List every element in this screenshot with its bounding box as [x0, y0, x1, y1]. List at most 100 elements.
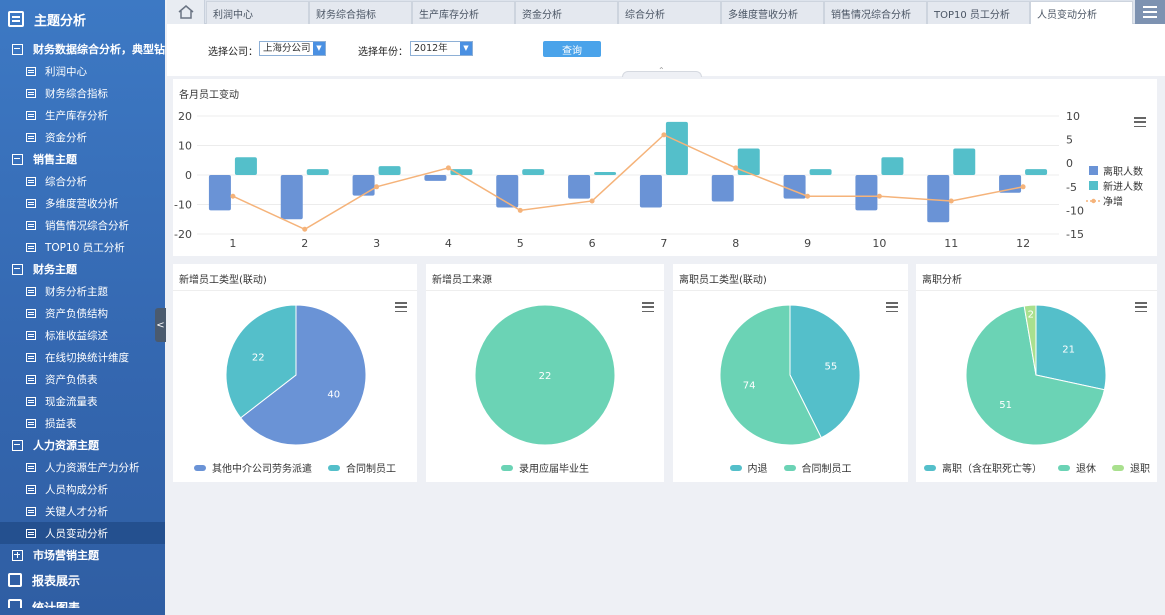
sidebar-item[interactable]: 资产负债表	[0, 368, 165, 390]
legend-swatch	[194, 464, 206, 471]
legend-swatch	[729, 464, 742, 471]
sidebar-item[interactable]: 人员构成分析	[0, 478, 165, 500]
sidebar-item[interactable]: 现金流量表	[0, 390, 165, 412]
legend-item[interactable]: 合同制员工	[328, 460, 396, 475]
legend-label: 净增	[1103, 195, 1123, 208]
sidebar-group[interactable]: 销售主题	[0, 148, 165, 170]
y-tick-label: -20	[174, 228, 192, 241]
sidebar-group[interactable]: 人力资源主题	[0, 434, 165, 456]
y-tick-label: 20	[178, 110, 192, 123]
y2-tick-label: 5	[1066, 134, 1073, 147]
x-tick-label: 10	[872, 237, 886, 250]
sidebar-item[interactable]: 资产负债结构	[0, 302, 165, 324]
sidebar-header-label: 报表展示	[32, 573, 81, 588]
sidebar-group[interactable]: 市场营销主题	[0, 544, 165, 566]
year-select[interactable]: 2012年 ▼	[410, 41, 473, 56]
legend-label: 离职人数	[1103, 165, 1143, 178]
report-icon	[26, 220, 36, 230]
tab[interactable]: 综合分析	[618, 1, 721, 24]
sidebar-item-label: 人员构成分析	[45, 483, 108, 496]
filter-collapse-handle[interactable]	[622, 66, 702, 77]
sidebar-item[interactable]: 标准收益综述	[0, 324, 165, 346]
legend-item[interactable]: 离职（含在职死亡等）	[924, 460, 1042, 475]
sidebar-header-reports[interactable]: 报表展示	[0, 566, 165, 594]
pie-value-label: 2	[1028, 310, 1034, 321]
sidebar-group[interactable]: 财务数据综合分析，典型钻...	[0, 38, 165, 60]
x-tick-label: 7	[660, 237, 667, 250]
query-button[interactable]: 查询	[543, 41, 601, 57]
report-icon	[26, 352, 36, 362]
tab[interactable]: 销售情况综合分析	[824, 1, 927, 24]
bar-departures	[208, 175, 231, 211]
legend-item[interactable]: 内退	[729, 460, 768, 475]
legend-swatch	[1089, 166, 1098, 175]
bar-hires	[594, 172, 617, 175]
sidebar-item[interactable]: 财务分析主题	[0, 280, 165, 302]
bar-hires	[665, 121, 688, 175]
x-tick-label: 6	[589, 237, 596, 250]
sidebar-group-label: 销售主题	[33, 153, 77, 166]
report-icon	[26, 506, 36, 516]
bar-hires	[881, 157, 904, 175]
y-tick-label: 0	[185, 169, 192, 182]
sidebar-collapse-button[interactable]: <	[155, 308, 166, 342]
sidebar-item[interactable]: 多维度营收分析	[0, 192, 165, 214]
bar-departures	[711, 175, 734, 202]
collapse-icon	[12, 263, 23, 275]
bar-departures	[352, 175, 375, 196]
bar-departures	[783, 175, 806, 199]
home-tab[interactable]	[167, 0, 205, 24]
legend-item[interactable]: 合同制员工	[783, 460, 852, 475]
legend-swatch	[1112, 464, 1124, 471]
y2-tick-label: 0	[1066, 157, 1073, 170]
sidebar-item[interactable]: 损益表	[0, 412, 165, 434]
legend-swatch	[1091, 198, 1096, 204]
net-change-point	[445, 165, 451, 171]
report-icon	[26, 110, 36, 120]
legend-swatch	[328, 464, 340, 471]
bar-hires	[1025, 169, 1048, 175]
sidebar-item[interactable]: 财务综合指标	[0, 82, 165, 104]
x-tick-label: 11	[944, 237, 958, 250]
report-icon	[26, 88, 36, 98]
report-icon	[26, 66, 36, 76]
sidebar-item-label: 人员变动分析	[45, 527, 108, 540]
sidebar-header-stats[interactable]: 统计图表	[0, 594, 165, 608]
legend-label: 退职	[1130, 464, 1150, 475]
sidebar-item[interactable]: TOP10 员工分析	[0, 236, 165, 258]
company-select[interactable]: 上海分公司 ▼	[259, 41, 326, 56]
tab[interactable]: 财务综合指标	[309, 1, 412, 24]
sidebar-item[interactable]: 关键人才分析	[0, 500, 165, 522]
tab[interactable]: 人员变动分析	[1030, 1, 1133, 24]
sidebar-item[interactable]: 销售情况综合分析	[0, 214, 165, 236]
sidebar-item[interactable]: 利润中心	[0, 60, 165, 82]
sidebar-item-label: 现金流量表	[45, 395, 98, 408]
tab[interactable]: TOP10 员工分析	[927, 1, 1030, 24]
net-change-point	[517, 207, 523, 213]
legend-item[interactable]: 其他中介公司劳务派遣	[194, 460, 312, 475]
bar-hires	[450, 169, 473, 175]
tab[interactable]: 资金分析	[515, 1, 618, 24]
tab-menu-button[interactable]	[1135, 0, 1165, 24]
tab[interactable]: 生产库存分析	[412, 1, 515, 24]
tab-bar: 利润中心 财务综合指标 生产库存分析 资金分析 综合分析 多维度营收分析 销售情况综合分析 T…	[167, 0, 1165, 24]
sidebar-item[interactable]: 人力资源生产力分析	[0, 456, 165, 478]
sidebar-item-label: 资产负债结构	[45, 307, 108, 320]
sidebar-header-topic-analysis[interactable]: 主题分析	[0, 0, 165, 38]
legend-item[interactable]: 录用应届毕业生	[501, 460, 589, 475]
legend-item[interactable]: 退职	[1112, 460, 1150, 475]
tab[interactable]: 利润中心	[206, 1, 309, 24]
sidebar-group[interactable]: 财务主题	[0, 258, 165, 280]
legend-item[interactable]: 退休	[1058, 460, 1096, 475]
x-tick-label: 8	[732, 237, 739, 250]
pie-legend: 录用应届毕业生	[426, 460, 664, 475]
sidebar-item[interactable]: 在线切换统计维度	[0, 346, 165, 368]
sidebar-item[interactable]: 资金分析	[0, 126, 165, 148]
report-icon	[26, 286, 36, 296]
pie-value-label: 21	[1062, 345, 1075, 356]
sidebar-item[interactable]: 生产库存分析	[0, 104, 165, 126]
tab[interactable]: 多维度营收分析	[721, 1, 824, 24]
sidebar-item[interactable]: 综合分析	[0, 170, 165, 192]
report-icon	[26, 396, 36, 406]
sidebar-item[interactable]: 人员变动分析	[0, 522, 165, 544]
